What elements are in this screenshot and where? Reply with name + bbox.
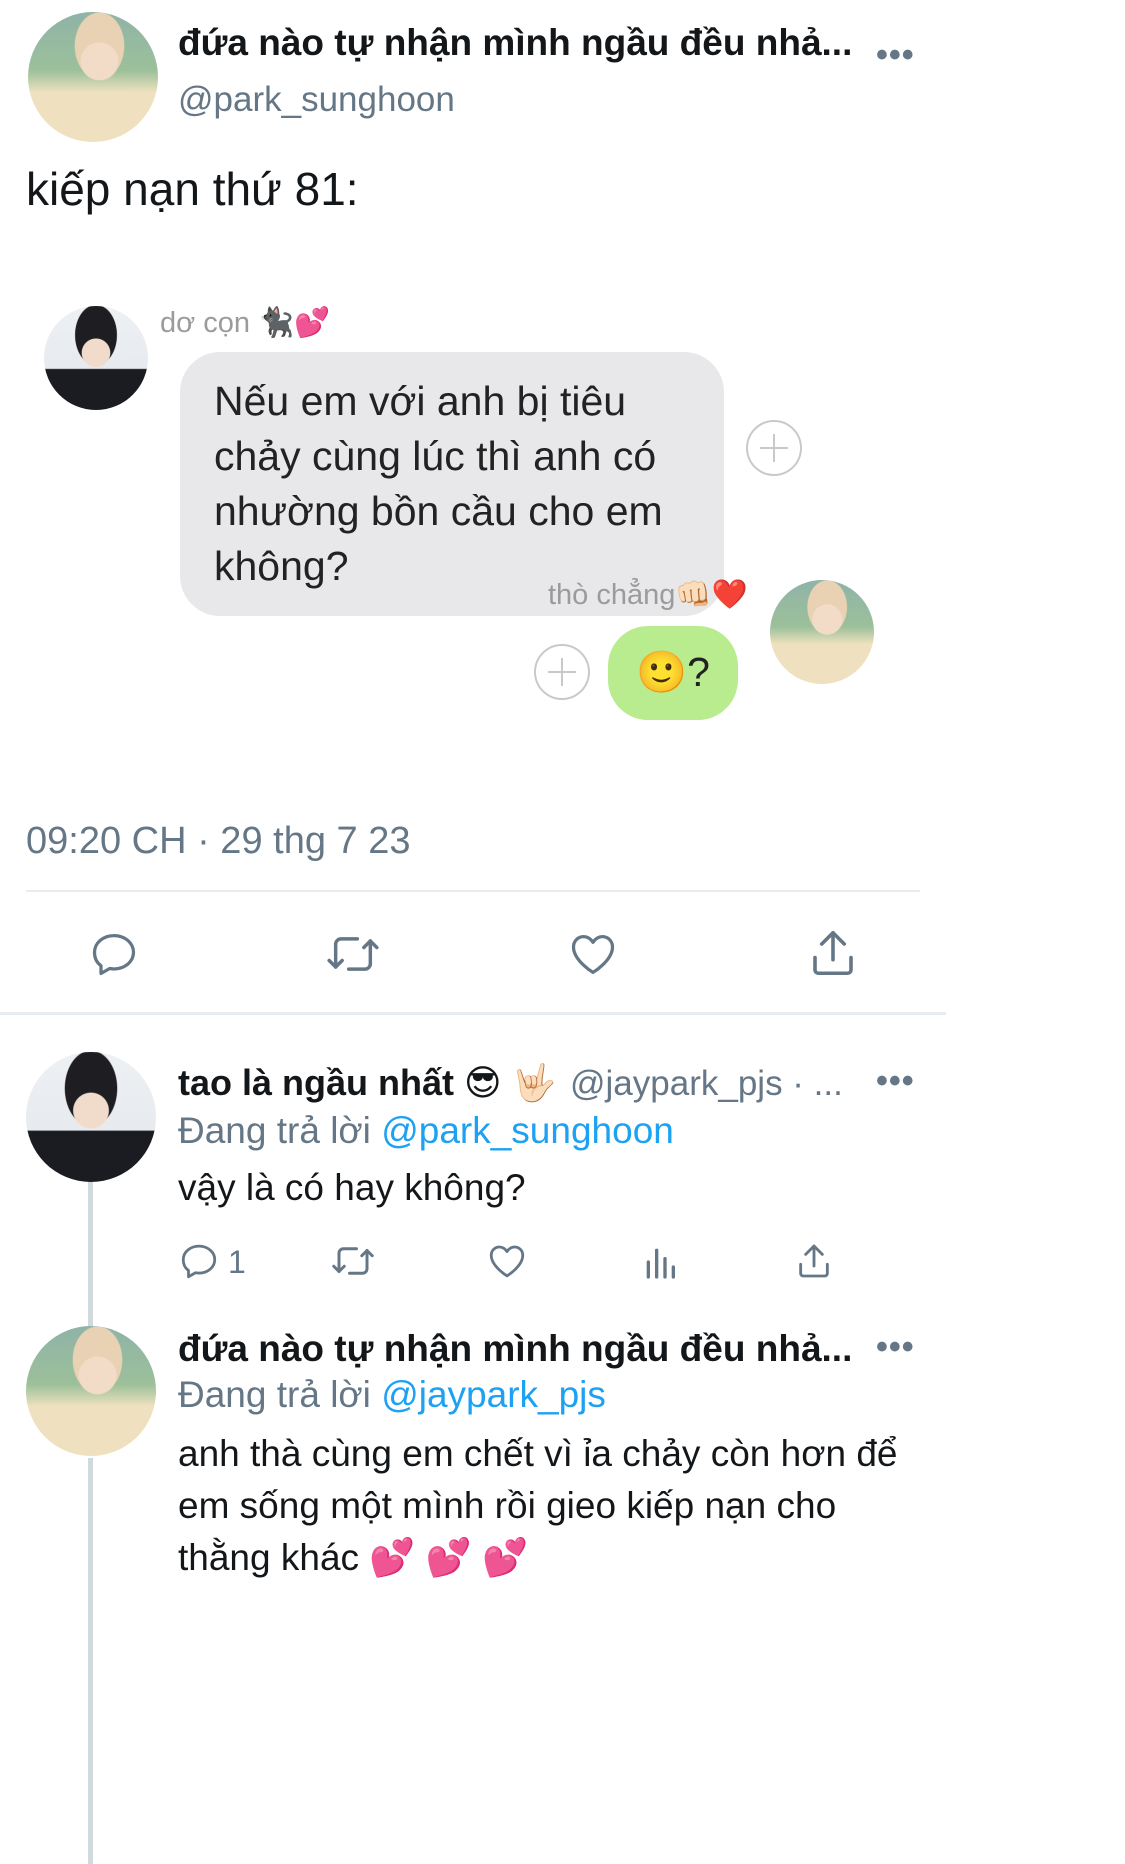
chat-avatar-incoming bbox=[44, 306, 148, 410]
thread-line bbox=[88, 1180, 93, 1330]
author-name[interactable]: đứa nào tự nhận mình ngầu đều nhả... bbox=[178, 22, 852, 64]
reply-avatar[interactable] bbox=[26, 1326, 156, 1456]
more-options-icon[interactable]: ••• bbox=[876, 1062, 915, 1101]
thread-line bbox=[88, 1458, 93, 1864]
replying-to-label: Đang trả lời bbox=[178, 1110, 382, 1151]
analytics-icon[interactable] bbox=[640, 1242, 680, 1282]
share-icon[interactable] bbox=[806, 926, 860, 980]
reply-author-handle[interactable]: @jaypark_pjs · ... bbox=[570, 1064, 843, 1104]
reply-avatar[interactable] bbox=[26, 1052, 156, 1182]
reply-icon[interactable] bbox=[178, 1240, 220, 1282]
heart-icon[interactable] bbox=[486, 1240, 528, 1282]
replying-to: Đang trả lời @park_sunghoon bbox=[178, 1110, 674, 1152]
replying-to: Đang trả lời @jaypark_pjs bbox=[178, 1374, 606, 1416]
reply-icon[interactable] bbox=[88, 928, 140, 980]
replying-to-mention[interactable]: @jaypark_pjs bbox=[381, 1374, 606, 1415]
replying-to-label: Đang trả lời bbox=[178, 1374, 382, 1415]
tweet-image[interactable]: dơ cọn 🐈‍⬛💕 Nếu em với anh bị tiêu chảy … bbox=[0, 270, 946, 790]
more-options-icon[interactable]: ••• bbox=[876, 1328, 915, 1367]
chat-incoming-name: dơ cọn 🐈‍⬛💕 bbox=[160, 307, 331, 339]
reply-text: anh thà cùng em chết vì ỉa chảy còn hơn … bbox=[178, 1433, 898, 1578]
more-options-icon[interactable]: ••• bbox=[876, 36, 915, 75]
tweet-timestamp[interactable]: 09:20 CH · 29 thg 7 23 bbox=[26, 820, 410, 863]
reply-author-name[interactable]: tao là ngầu nhất 😎 🤟🏻 bbox=[178, 1062, 556, 1104]
author-handle[interactable]: @park_sunghoon bbox=[178, 80, 455, 120]
replying-to-mention[interactable]: @park_sunghoon bbox=[381, 1110, 674, 1151]
share-icon[interactable] bbox=[794, 1240, 834, 1282]
retweet-icon[interactable] bbox=[324, 928, 382, 980]
add-reaction-icon bbox=[746, 420, 802, 476]
divider bbox=[26, 890, 920, 892]
section-divider bbox=[0, 1012, 946, 1015]
reply-count: 1 bbox=[228, 1244, 246, 1280]
chat-avatar-outgoing bbox=[770, 580, 874, 684]
tweet-text: kiếp nạn thứ 81: bbox=[26, 163, 359, 215]
author-avatar[interactable] bbox=[28, 12, 158, 142]
retweet-icon[interactable] bbox=[330, 1240, 376, 1282]
chat-outgoing-name: thò chẳng👊🏻❤️ bbox=[548, 579, 748, 611]
reply-text: vậy là có hay không? bbox=[178, 1167, 526, 1208]
chat-outgoing-bubble: 🙂? bbox=[608, 626, 738, 720]
heart-icon[interactable] bbox=[566, 928, 620, 980]
add-reaction-icon bbox=[534, 644, 590, 700]
reply-author-name[interactable]: đứa nào tự nhận mình ngầu đều nhả... bbox=[178, 1328, 852, 1370]
chat-incoming-bubble: Nếu em với anh bị tiêu chảy cùng lúc thì… bbox=[180, 352, 724, 616]
